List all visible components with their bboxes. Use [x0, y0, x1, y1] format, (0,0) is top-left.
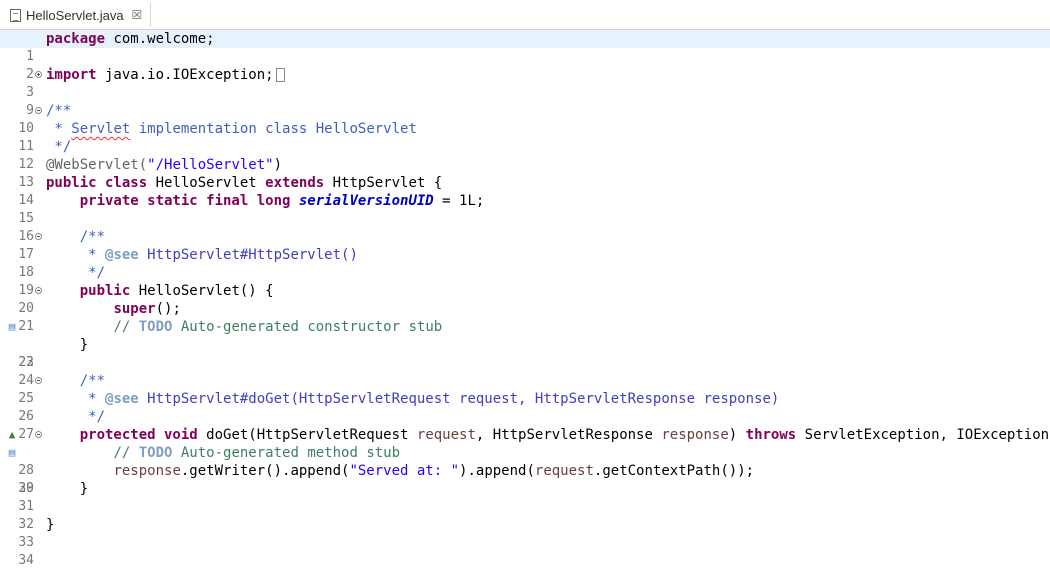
code-line[interactable]: 24 — [0, 354, 1050, 388]
collapse-fold-icon[interactable] — [35, 377, 42, 384]
task-icon[interactable]: ▤ — [6, 446, 18, 460]
code-line[interactable]: 30 response.getWriter().append("Served a… — [0, 462, 1050, 496]
code-line[interactable]: 2 — [0, 48, 1050, 82]
code-line[interactable]: 25 /** — [0, 372, 1050, 406]
code-line[interactable]: 23 } — [0, 336, 1050, 370]
code-line[interactable]: 10 /** — [0, 102, 1050, 136]
code-line[interactable]: 1 package com.welcome; — [0, 30, 1050, 64]
code-line[interactable]: 16 — [0, 210, 1050, 244]
code-line[interactable]: 3 import java.io.IOException; — [0, 66, 1050, 100]
code-line[interactable]: ▤ 29 // TODO Auto-generated method stub — [0, 444, 1050, 496]
code-line[interactable]: ▤ 22 // TODO Auto-generated constructor … — [0, 318, 1050, 370]
code-line[interactable]: 13 @WebServlet("/HelloServlet") — [0, 156, 1050, 190]
code-line[interactable]: 15 private static final long serialVersi… — [0, 192, 1050, 226]
code-lines[interactable]: 1 package com.welcome; 2 3 import java.i… — [0, 30, 1050, 568]
collapse-fold-icon[interactable] — [35, 107, 42, 114]
code-line[interactable]: 17 /** — [0, 228, 1050, 262]
code-line[interactable]: 27 */ — [0, 408, 1050, 442]
code-line[interactable]: 33 } — [0, 516, 1050, 550]
editor-tab-bar: HelloServlet.java ☒ — [0, 0, 1050, 30]
collapsed-imports-icon[interactable] — [275, 68, 285, 82]
code-editor[interactable]: 1 package com.welcome; 2 3 import java.i… — [0, 30, 1050, 572]
close-icon[interactable]: ☒ — [132, 9, 143, 21]
task-icon[interactable]: ▤ — [6, 320, 18, 334]
code-line[interactable]: 34 — [0, 534, 1050, 568]
line-number: 34 — [18, 553, 34, 568]
code-line[interactable]: 14 public class HelloServlet extends Htt… — [0, 174, 1050, 208]
code-line[interactable]: 26 * @see HttpServlet#doGet(HttpServletR… — [0, 390, 1050, 424]
collapse-fold-icon[interactable] — [35, 233, 42, 240]
override-triangle-icon[interactable]: ▲ — [6, 428, 18, 442]
tab-helloservlet-java[interactable]: HelloServlet.java ☒ — [4, 3, 152, 27]
code-line[interactable]: 20 public HelloServlet() { — [0, 282, 1050, 316]
expand-fold-icon[interactable] — [35, 71, 42, 78]
code-line[interactable]: 9 — [0, 84, 1050, 118]
code-line[interactable]: 31 } — [0, 480, 1050, 514]
collapse-fold-icon[interactable] — [35, 431, 42, 438]
code-line[interactable]: 11 * Servlet implementation class HelloS… — [0, 120, 1050, 154]
code-line[interactable]: 19 */ — [0, 264, 1050, 298]
code-line[interactable]: 32 — [0, 498, 1050, 532]
code-line[interactable]: 18 * @see HttpServlet#HttpServlet() — [0, 246, 1050, 280]
code-line[interactable]: 21 super(); — [0, 300, 1050, 334]
code-line[interactable]: ▲ 28 protected void doGet(HttpServletReq… — [0, 426, 1050, 478]
tab-title: HelloServlet.java — [26, 7, 124, 23]
java-file-icon — [10, 8, 21, 22]
code-line[interactable]: 12 */ — [0, 138, 1050, 172]
collapse-fold-icon[interactable] — [35, 287, 42, 294]
